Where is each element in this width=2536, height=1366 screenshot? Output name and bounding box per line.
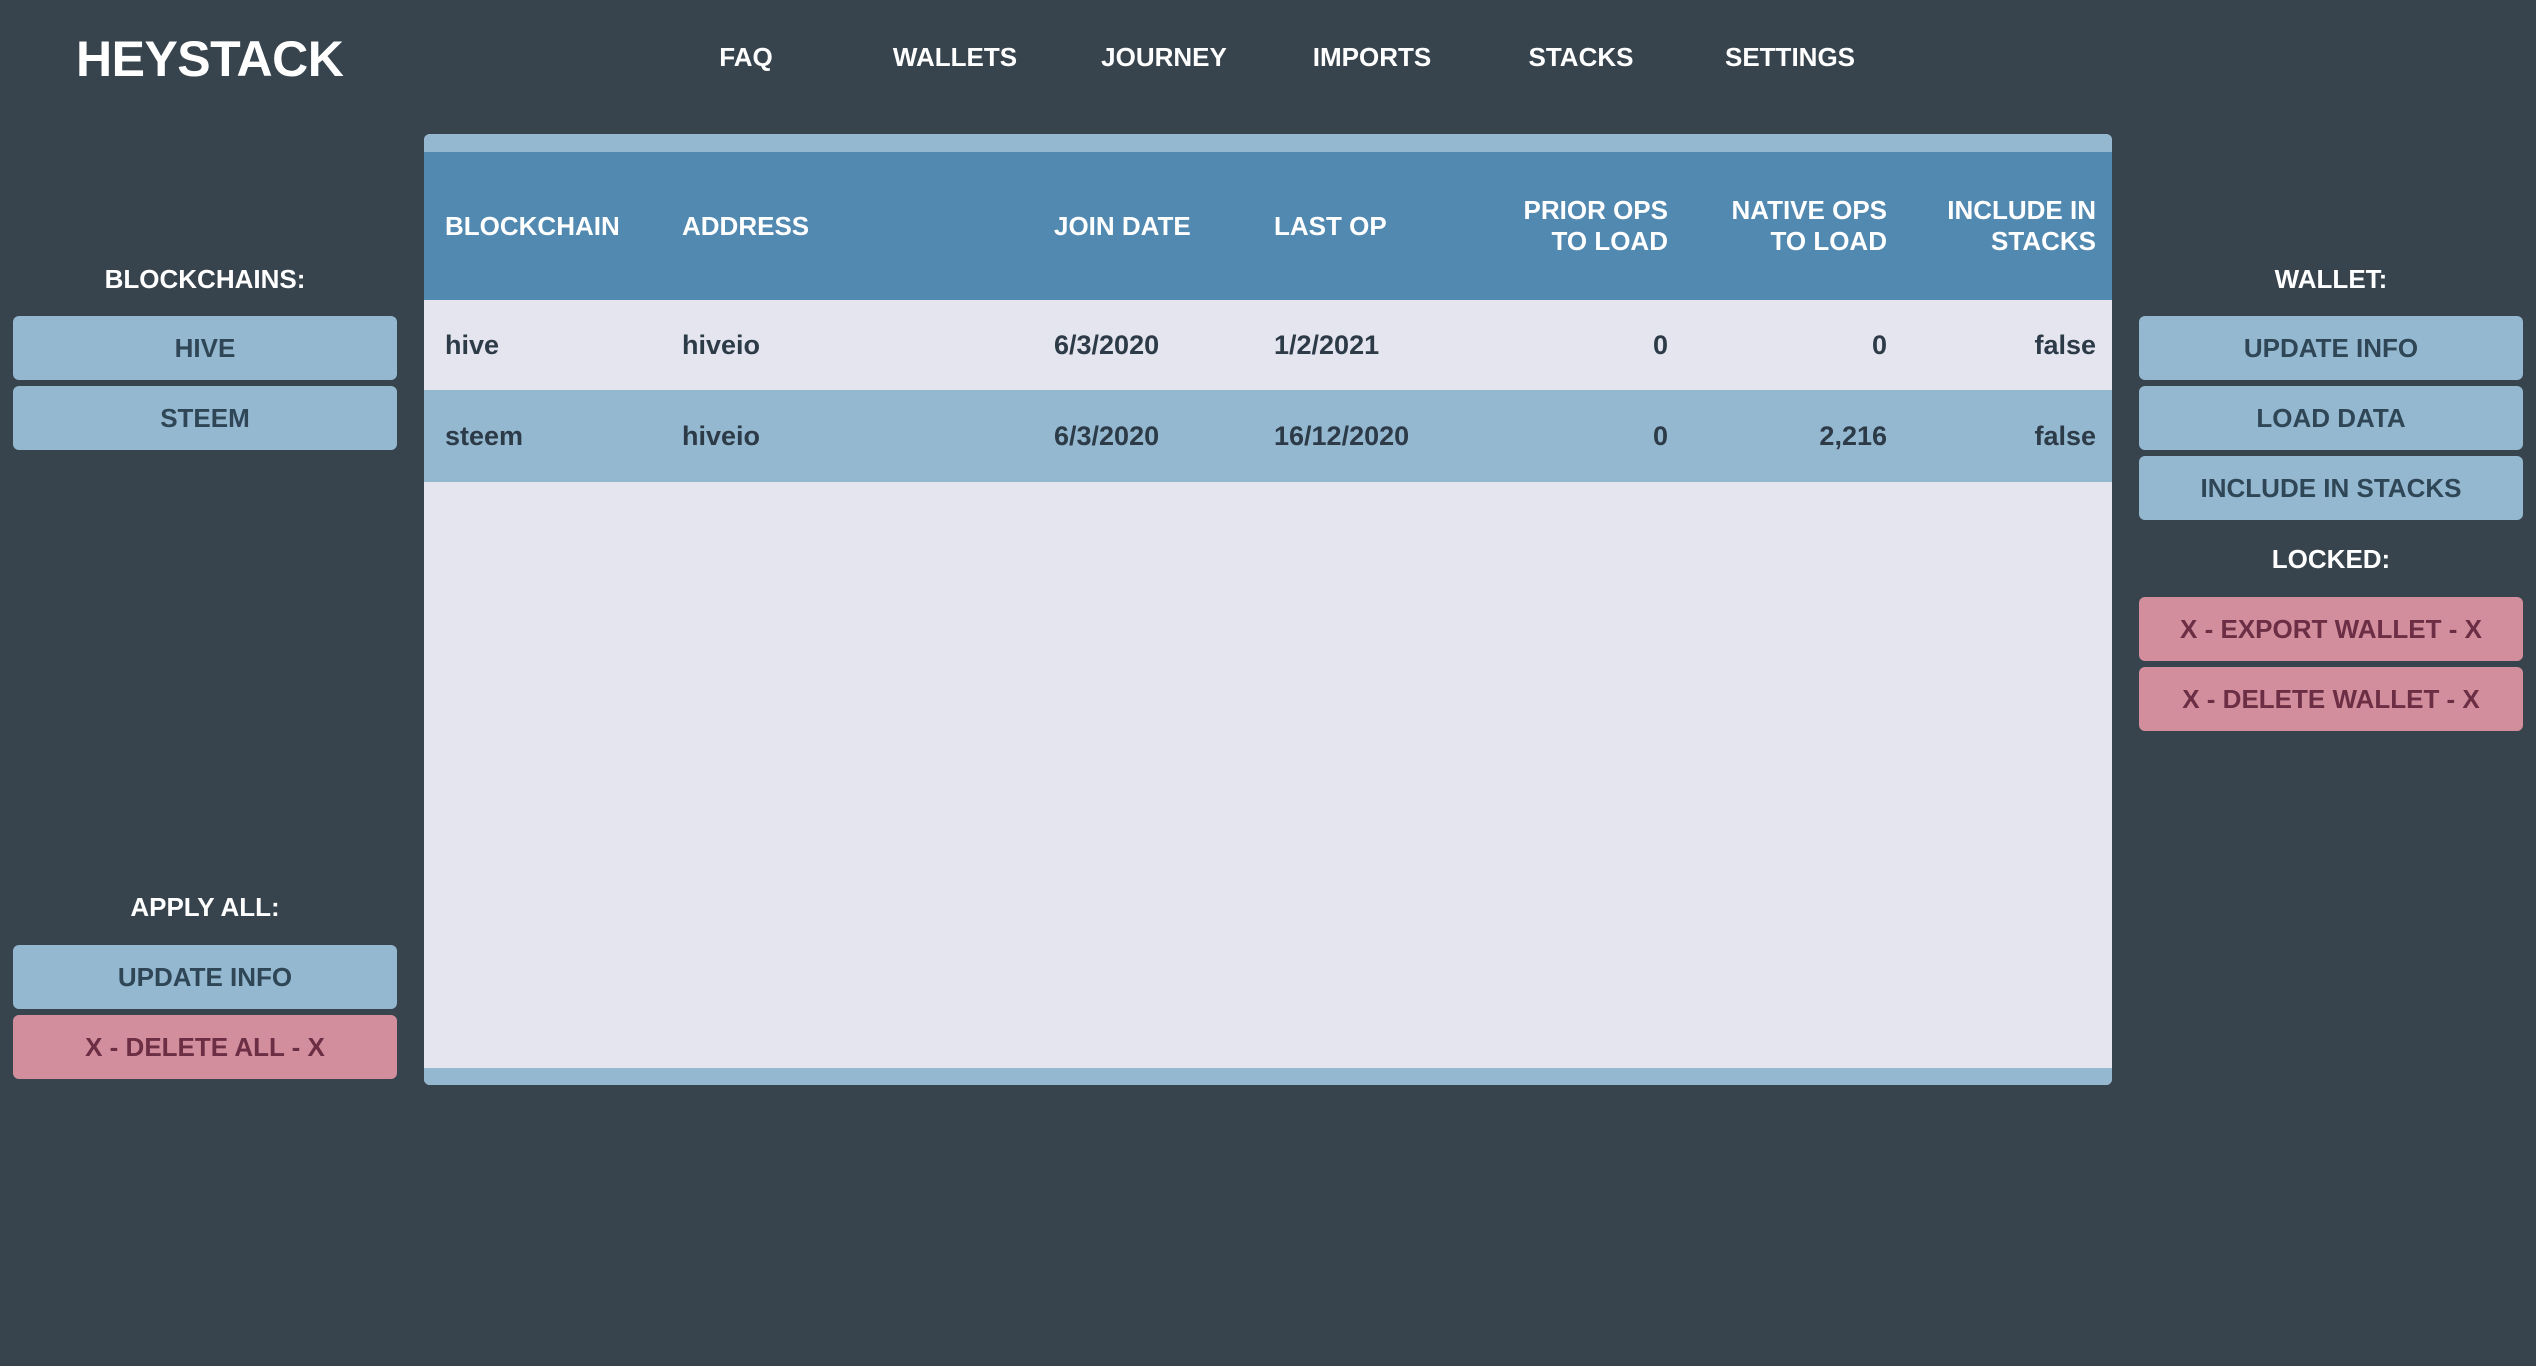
cell-address: hiveio	[682, 420, 761, 451]
col-header-last-op[interactable]: LAST OP	[1274, 152, 1387, 300]
delete-wallet-button[interactable]: X - DELETE WALLET - X	[2139, 667, 2523, 731]
col-header-native-ops[interactable]: NATIVE OPS TO LOAD	[1684, 152, 1887, 300]
cell-address: hiveio	[682, 329, 761, 360]
cell-join-date: 6/3/2020	[1054, 329, 1160, 360]
cell-prior-ops: 0	[1652, 420, 1668, 451]
col-header-include-in-stacks[interactable]: INCLUDE IN STACKS	[1904, 152, 2096, 300]
cell-include-in-stacks: false	[2034, 329, 2096, 360]
cell-last-op: 16/12/2020	[1274, 420, 1410, 451]
cell-include-in-stacks: false	[2034, 420, 2096, 451]
apply-all-heading: APPLY ALL:	[130, 892, 280, 922]
cell-blockchain: steem	[445, 420, 524, 451]
nav-wallets[interactable]: WALLETS	[893, 42, 1017, 73]
cell-native-ops: 2,216	[1819, 420, 1887, 451]
wallet-heading: WALLET:	[2274, 264, 2388, 294]
table-header: BLOCKCHAIN ADDRESS JOIN DATE LAST OP PRI…	[424, 152, 2112, 300]
load-data-button[interactable]: LOAD DATA	[2139, 386, 2523, 450]
cell-last-op: 1/2/2021	[1274, 329, 1380, 360]
blockchain-hive-button[interactable]: HIVE	[13, 316, 397, 380]
panel-top-strip	[424, 134, 2112, 152]
include-in-stacks-button[interactable]: INCLUDE IN STACKS	[2139, 456, 2523, 520]
panel-bottom-strip	[424, 1068, 2112, 1085]
col-header-blockchain[interactable]: BLOCKCHAIN	[445, 152, 620, 300]
col-header-address[interactable]: ADDRESS	[682, 152, 809, 300]
table-row[interactable]: hive hiveio 6/3/2020 1/2/2021 0 0 false	[424, 300, 2112, 390]
apply-all-update-info-button[interactable]: UPDATE INFO	[13, 945, 397, 1009]
export-wallet-button[interactable]: X - EXPORT WALLET - X	[2139, 597, 2523, 661]
delete-all-button[interactable]: X - DELETE ALL - X	[13, 1015, 397, 1079]
cell-native-ops: 0	[1871, 329, 1887, 360]
nav-faq[interactable]: FAQ	[719, 42, 772, 73]
col-header-join-date[interactable]: JOIN DATE	[1054, 152, 1191, 300]
wallet-update-info-button[interactable]: UPDATE INFO	[2139, 316, 2523, 380]
cell-prior-ops: 0	[1652, 329, 1668, 360]
nav-settings[interactable]: SETTINGS	[1725, 42, 1855, 73]
table-row[interactable]: steem hiveio 6/3/2020 16/12/2020 0 2,216…	[424, 390, 2112, 482]
col-header-prior-ops[interactable]: PRIOR OPS TO LOAD	[1424, 152, 1668, 300]
nav-stacks[interactable]: STACKS	[1529, 42, 1634, 73]
nav-journey[interactable]: JOURNEY	[1101, 42, 1227, 73]
cell-join-date: 6/3/2020	[1054, 420, 1160, 451]
blockchain-steem-button[interactable]: STEEM	[13, 386, 397, 450]
cell-blockchain: hive	[445, 329, 500, 360]
nav-imports[interactable]: IMPORTS	[1313, 42, 1431, 73]
blockchains-heading: BLOCKCHAINS:	[104, 264, 306, 294]
wallets-table-panel: BLOCKCHAIN ADDRESS JOIN DATE LAST OP PRI…	[424, 134, 2112, 1085]
locked-heading: LOCKED:	[2271, 544, 2391, 574]
app-logo[interactable]: HEYSTACK	[76, 30, 344, 88]
